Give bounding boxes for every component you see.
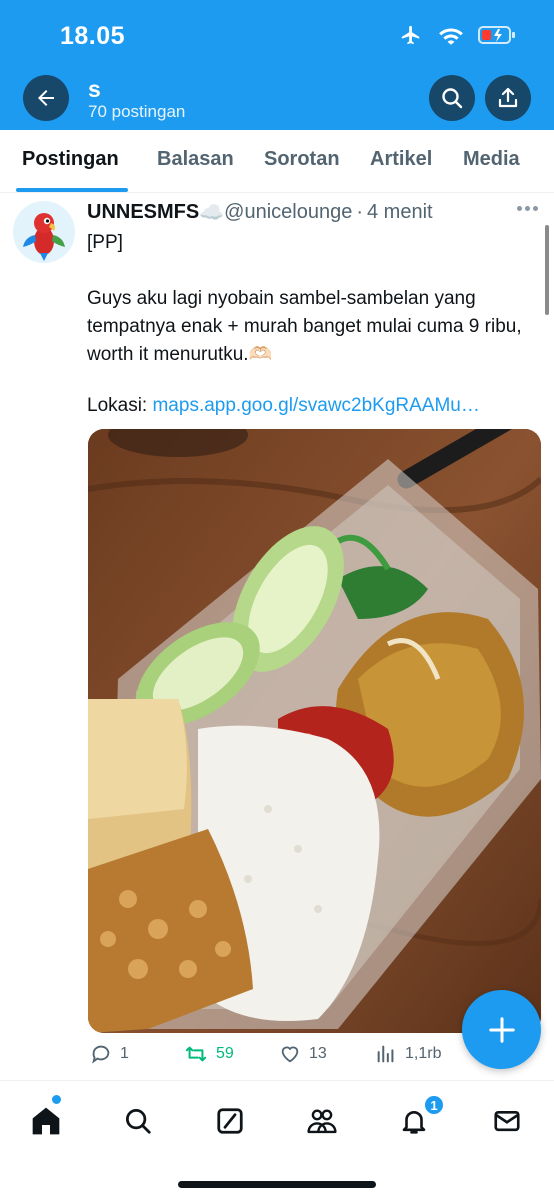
- post-time[interactable]: 4 menit: [367, 201, 433, 224]
- retweet-icon: [185, 1046, 207, 1062]
- views-icon: [377, 1045, 394, 1063]
- heart-icon: [281, 1046, 299, 1063]
- status-icons: [398, 24, 516, 46]
- post-line: [PP]: [87, 232, 123, 253]
- scrollbar[interactable]: [545, 225, 549, 315]
- compose-grok-icon: [217, 1108, 243, 1134]
- views-button[interactable]: 1,1rb: [375, 1043, 441, 1065]
- more-dot-icon: [533, 206, 538, 211]
- airplane-icon: [401, 25, 420, 45]
- author-handle[interactable]: @unicelounge: [224, 201, 352, 224]
- like-button[interactable]: 13: [279, 1043, 327, 1065]
- separator-dot: ·: [356, 200, 363, 223]
- mail-icon: [494, 1110, 520, 1132]
- status-time: 18.05: [60, 22, 126, 50]
- search-icon: [442, 88, 463, 109]
- parrot-avatar-icon: [13, 201, 75, 263]
- nav-communities[interactable]: [302, 1101, 342, 1141]
- nav-grok[interactable]: [210, 1101, 250, 1141]
- post-line: Guys aku lagi nyobain sambel-sambelan ya…: [87, 288, 522, 365]
- location-line: Lokasi: maps.app.goo.gl/svawc2bKgRAAMu…: [87, 392, 537, 420]
- profile-tabs: Postingan Balasan Sorotan Artikel Media: [0, 130, 554, 193]
- view-count: 1,1rb: [405, 1045, 442, 1062]
- wifi-icon: [439, 28, 463, 45]
- more-dot-icon: [517, 206, 522, 211]
- more-options-button[interactable]: [517, 206, 538, 211]
- nav-home[interactable]: [26, 1101, 66, 1141]
- arrow-left-icon: [38, 90, 54, 106]
- reply-icon: [92, 1045, 110, 1064]
- home-unread-dot: [52, 1095, 61, 1104]
- tab-postingan[interactable]: Postingan: [22, 148, 119, 171]
- tab-sorotan[interactable]: Sorotan: [264, 148, 340, 171]
- avatar[interactable]: [13, 201, 75, 263]
- profile-name: s: [88, 76, 101, 102]
- reply-count: 1: [120, 1045, 129, 1062]
- communities-icon: [307, 1109, 337, 1134]
- share-icon: [498, 87, 518, 108]
- tab-balasan[interactable]: Balasan: [157, 148, 234, 171]
- post-text: [PP] Guys aku lagi nyobain sambel-sambel…: [87, 229, 537, 369]
- post-count: 70 postingan: [88, 102, 186, 121]
- nav-search[interactable]: [118, 1101, 158, 1141]
- cloud-emoji: ☁️: [199, 201, 225, 224]
- active-tab-indicator: [16, 188, 128, 192]
- reply-button[interactable]: 1: [90, 1043, 129, 1065]
- search-icon: [126, 1109, 151, 1134]
- post-image[interactable]: [88, 429, 541, 1033]
- retweet-count: 59: [216, 1045, 234, 1062]
- home-icon: [32, 1107, 60, 1135]
- back-button[interactable]: [23, 75, 69, 121]
- nav-messages[interactable]: [487, 1101, 527, 1141]
- notification-badge: 1: [423, 1094, 445, 1116]
- profile-header: 18.05 s 70 postingan: [0, 0, 554, 130]
- share-button[interactable]: [485, 75, 531, 121]
- retweet-button[interactable]: 59: [184, 1043, 234, 1065]
- tab-artikel[interactable]: Artikel: [370, 148, 432, 171]
- search-button[interactable]: [429, 75, 475, 121]
- author-name[interactable]: UNNESMFS: [87, 201, 199, 224]
- home-indicator: [178, 1181, 376, 1188]
- tab-media[interactable]: Media: [463, 148, 520, 171]
- food-photo-icon: [88, 429, 541, 1033]
- location-label: Lokasi:: [87, 395, 153, 416]
- compose-post-button[interactable]: [462, 990, 541, 1069]
- battery-icon: [478, 26, 515, 44]
- location-link[interactable]: maps.app.goo.gl/svawc2bKgRAAMu…: [152, 395, 479, 416]
- more-dot-icon: [525, 206, 530, 211]
- post-header: UNNESMFS ☁️ @unicelounge · 4 menit: [87, 199, 433, 225]
- plus-icon: [488, 1016, 515, 1043]
- like-count: 13: [309, 1045, 327, 1062]
